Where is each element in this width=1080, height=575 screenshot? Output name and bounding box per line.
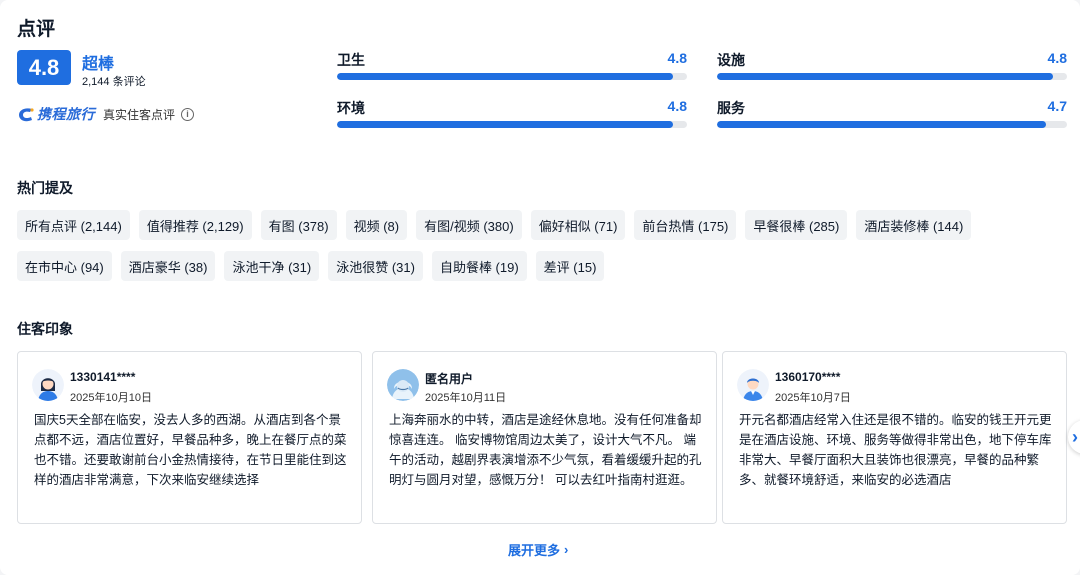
filter-tag[interactable]: 早餐很棒 (285) <box>745 210 848 240</box>
ctrip-logo-icon <box>19 108 34 122</box>
filter-tag[interactable]: 视频 (8) <box>345 210 408 240</box>
metric-bar-fill <box>337 73 673 80</box>
review-text: 上海奔丽水的中转，酒店是途经休息地。没有任何准备却惊喜连连。 临安博物馆周边太美… <box>389 413 702 487</box>
review-text: 开元名都酒店经常入住还是很不错的。临安的钱王开元更是在酒店设施、环境、服务等做得… <box>739 413 1052 487</box>
review-text: 国庆5天全部在临安，没去人多的西湖。从酒店到各个景点都不远，酒店位置好，早餐品种… <box>34 413 347 487</box>
filter-tag[interactable]: 泳池干净 (31) <box>224 251 320 281</box>
metric-label: 环境 <box>337 100 365 116</box>
filter-tag[interactable]: 值得推荐 (2,129) <box>138 210 252 240</box>
carousel-next-button[interactable]: › <box>1068 420 1080 454</box>
review-card[interactable]: 匿名用户 2025年10月11日 上海奔丽水的中转，酒店是途经休息地。没有任何准… <box>372 351 717 524</box>
section-title: 点评 <box>17 19 56 40</box>
brand-logo: 携程旅行 <box>17 104 95 124</box>
metric-label: 设施 <box>717 52 745 68</box>
avatar <box>32 369 64 401</box>
brand-row: 携程旅行 真实住客点评 i <box>17 104 195 124</box>
overall-score-badge: 4.8 <box>17 50 71 85</box>
metric-value: 4.8 <box>667 98 687 114</box>
filter-tag[interactable]: 泳池很赞 (31) <box>328 251 423 281</box>
review-card[interactable]: 1360170**** 2025年10月7日 开元名都酒店经常入住还是很不错的。… <box>722 351 1067 524</box>
tags-row-2: 在市中心 (94) 酒店豪华 (38) 泳池干净 (31) 泳池很赞 (31) … <box>17 251 605 281</box>
metric-bar-fill <box>337 121 673 128</box>
avatar <box>737 369 769 401</box>
metric-bar <box>337 121 687 128</box>
metric-bar-fill <box>717 121 1046 128</box>
brand-logo-text: 携程旅行 <box>37 106 95 122</box>
filter-tag[interactable]: 自助餐棒 (19) <box>431 251 527 281</box>
review-date: 2025年10月11日 <box>425 392 507 404</box>
info-icon[interactable]: i <box>181 107 195 121</box>
filter-tag[interactable]: 前台热情 (175) <box>634 210 737 240</box>
review-date: 2025年10月7日 <box>775 392 851 404</box>
expand-more-link[interactable]: 展开更多 › <box>508 540 568 559</box>
chevron-right-icon: › <box>564 542 569 557</box>
reviewer-name: 匿名用户 <box>425 372 474 386</box>
tags-row-1: 所有点评 (2,144) 值得推荐 (2,129) 有图 (378) 视频 (8… <box>17 210 972 240</box>
review-count[interactable]: 2,144 条评论 <box>82 73 146 89</box>
filter-tag[interactable]: 在市中心 (94) <box>17 251 112 281</box>
reviewer-name: 1360170**** <box>775 370 841 384</box>
metric-value: 4.8 <box>1047 50 1067 66</box>
filter-tag[interactable]: 偏好相似 (71) <box>530 210 626 240</box>
review-card[interactable]: 1330141**** 2025年10月10日 国庆5天全部在临安，没去人多的西… <box>17 351 362 524</box>
filter-tag[interactable]: 差评 (15) <box>535 251 605 281</box>
avatar <box>387 369 419 401</box>
hot-mentions-title: 热门提及 <box>17 180 73 196</box>
metric-label: 卫生 <box>337 52 365 68</box>
metric-bar <box>337 73 687 80</box>
chevron-right-icon: › <box>1072 426 1078 447</box>
filter-tag[interactable]: 所有点评 (2,144) <box>17 210 130 240</box>
review-date: 2025年10月10日 <box>70 392 152 404</box>
metric-label: 服务 <box>717 100 745 116</box>
reviewer-name: 1330141**** <box>70 370 136 384</box>
metric-bar <box>717 73 1067 80</box>
overall-score-word: 超棒 <box>82 56 115 73</box>
impressions-title: 住客印象 <box>17 321 73 337</box>
filter-tag[interactable]: 有图/视频 (380) <box>416 210 522 240</box>
verified-reviews-label: 真实住客点评 <box>103 107 176 122</box>
metric-value: 4.7 <box>1047 98 1067 114</box>
filter-tag[interactable]: 有图 (378) <box>260 210 337 240</box>
filter-tag[interactable]: 酒店装修棒 (144) <box>856 210 972 240</box>
reviews-panel: 点评 4.8 超棒 2,144 条评论 携程旅行 真实住客点评 i 卫生 4.8… <box>0 0 1080 575</box>
metric-value: 4.8 <box>667 50 687 66</box>
metric-bar-fill <box>717 73 1053 80</box>
metric-bar <box>717 121 1067 128</box>
expand-more-label: 展开更多 <box>508 543 561 558</box>
filter-tag[interactable]: 酒店豪华 (38) <box>120 251 216 281</box>
